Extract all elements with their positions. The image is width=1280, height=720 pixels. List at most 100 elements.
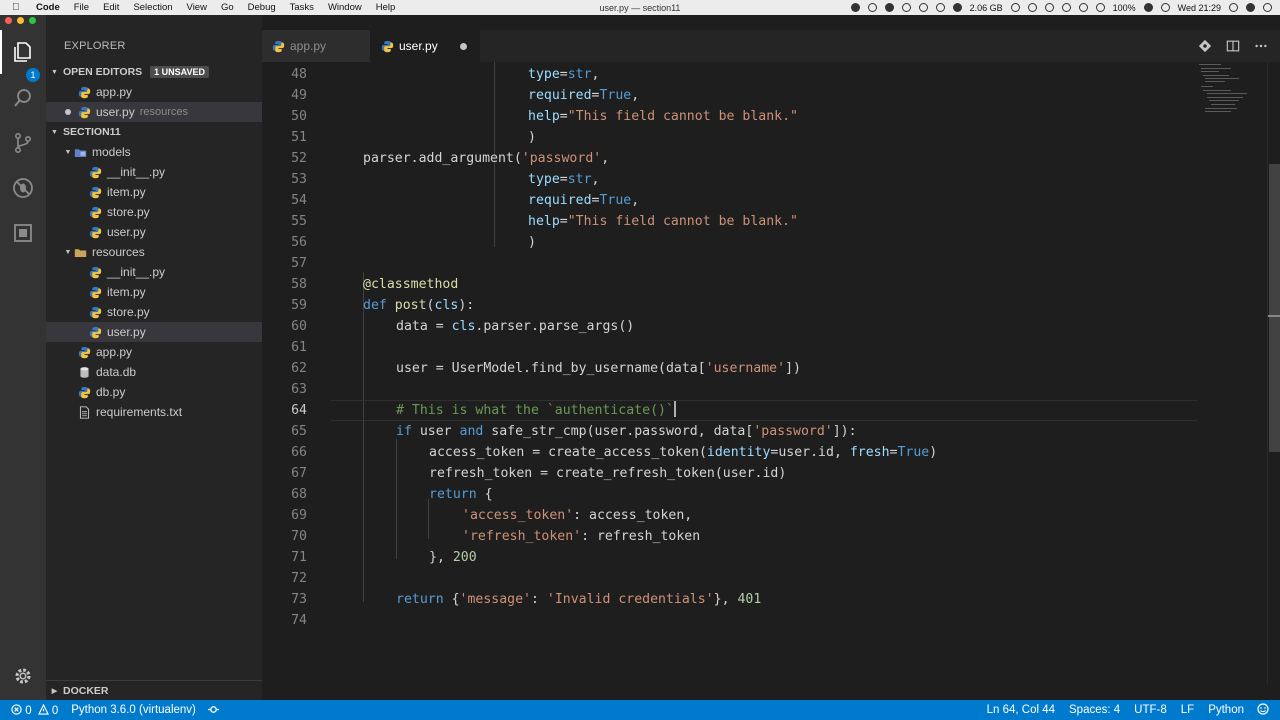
clock[interactable]: Wed 21:29 <box>1178 3 1221 13</box>
tree-folder-resources[interactable]: ▼ resources <box>46 242 262 262</box>
input-flag-icon[interactable] <box>1160 3 1170 12</box>
docker-menu-icon[interactable] <box>918 3 928 12</box>
info-icon[interactable] <box>935 3 945 12</box>
memory-icon[interactable] <box>952 3 962 12</box>
chevron-down-icon: ▼ <box>64 148 72 156</box>
dropbox-icon[interactable] <box>901 3 911 12</box>
docker-section-header[interactable]: ▶ DOCKER <box>46 680 262 700</box>
code-editor[interactable]: 48 type=str, 49 required=True, 50 help="Thi… <box>262 62 1280 685</box>
errors-status[interactable]: 0 <box>11 703 32 717</box>
code-line: 60 data = cls.parser.parse_args() <box>291 319 635 334</box>
code-line: 50 help="This field cannot be blank." <box>291 109 798 124</box>
tree-file[interactable]: db.py <box>46 382 262 402</box>
tree-file[interactable]: requirements.txt <box>46 402 262 422</box>
split-editor-icon[interactable] <box>1226 39 1240 53</box>
more-actions-icon[interactable] <box>1254 39 1268 53</box>
tab-label: app.py <box>290 39 327 53</box>
user-icon[interactable] <box>1246 3 1255 12</box>
feedback-icon[interactable] <box>1256 703 1270 717</box>
open-changes-icon[interactable] <box>1198 39 1212 53</box>
pen-icon[interactable] <box>1010 3 1020 12</box>
indentation[interactable]: Spaces: 4 <box>1069 704 1120 716</box>
extras-icon[interactable] <box>850 3 860 12</box>
sync-status-icon[interactable] <box>207 704 219 717</box>
tab-user-py[interactable]: user.py <box>370 30 480 62</box>
clipboard-icon[interactable] <box>1027 3 1037 12</box>
open-editor-label: app.py <box>96 85 133 99</box>
code-line: 59 def post(cls): <box>291 298 475 313</box>
tree-file-selected[interactable]: user.py <box>46 322 262 342</box>
tree-file[interactable]: item.py <box>46 182 262 202</box>
tree-file[interactable]: item.py <box>46 282 262 302</box>
project-label: SECTION11 <box>63 126 121 138</box>
status-bar: 0 0 Python 3.6.0 (virtualenv) Ln 64, Col… <box>0 700 1280 720</box>
extensions-icon <box>14 224 32 242</box>
menu-window[interactable]: Window <box>328 2 362 13</box>
unsaved-dot-icon[interactable] <box>460 43 467 50</box>
menu-app-name[interactable]: Code <box>36 2 60 13</box>
python-interpreter[interactable]: Python 3.6.0 (virtualenv) <box>71 704 196 716</box>
source-control-activity[interactable] <box>0 121 46 165</box>
menu-view[interactable]: View <box>187 2 207 13</box>
tree-file[interactable]: user.py <box>46 222 262 242</box>
apple-menu-icon[interactable]:  <box>12 2 26 13</box>
cloud-icon[interactable] <box>884 3 894 12</box>
unsaved-count-badge: 1 UNSAVED <box>150 66 210 78</box>
project-header[interactable]: ▼ SECTION11 <box>46 122 262 142</box>
open-editor-desc: resources <box>139 106 188 118</box>
tree-file[interactable]: app.py <box>46 342 262 362</box>
battery-readout[interactable]: 100% <box>1113 3 1136 13</box>
cast-icon[interactable] <box>1044 3 1054 12</box>
extensions-activity[interactable] <box>0 211 46 255</box>
menu-file[interactable]: File <box>74 2 89 13</box>
open-editors-header[interactable]: ▼ OPEN EDITORS 1 UNSAVED <box>46 62 262 82</box>
debug-activity[interactable] <box>0 166 46 210</box>
menu-tasks[interactable]: Tasks <box>290 2 314 13</box>
menu-selection[interactable]: Selection <box>133 2 172 13</box>
tree-file[interactable]: __init__.py <box>46 162 262 182</box>
vertical-scrollbar[interactable] <box>1267 62 1280 685</box>
encoding[interactable]: UTF-8 <box>1134 704 1167 716</box>
notification-center-icon[interactable] <box>1263 3 1272 12</box>
memory-readout[interactable]: 2.06 GB <box>970 3 1003 13</box>
tree-file[interactable]: data.db <box>46 362 262 382</box>
warnings-status[interactable]: 0 <box>37 703 58 717</box>
open-editor-item-app[interactable]: app.py <box>46 82 262 102</box>
wifi-icon[interactable] <box>1078 3 1088 12</box>
menu-help[interactable]: Help <box>376 2 396 13</box>
zoom-window-icon[interactable] <box>29 17 36 24</box>
spotlight-icon[interactable] <box>1229 3 1238 12</box>
code-line: 51) <box>291 130 536 145</box>
python-file-icon <box>381 40 394 52</box>
search-activity[interactable] <box>0 76 46 120</box>
code-line: 53 type=str, <box>291 172 600 187</box>
open-editors-label: OPEN EDITORS <box>63 66 143 78</box>
explorer-activity[interactable]: 1 <box>0 30 46 82</box>
menu-go[interactable]: Go <box>221 2 234 13</box>
tree-file[interactable]: store.py <box>46 202 262 222</box>
time-machine-icon[interactable] <box>1061 3 1071 12</box>
chevron-down-icon: ▼ <box>64 248 72 256</box>
menu-debug[interactable]: Debug <box>248 2 276 13</box>
menu-edit[interactable]: Edit <box>103 2 119 13</box>
code-line: 73 return {'message': 'Invalid credential… <box>291 592 762 607</box>
sync-icon[interactable] <box>867 3 877 12</box>
tree-file[interactable]: store.py <box>46 302 262 322</box>
tab-app-py[interactable]: app.py <box>262 30 370 62</box>
python-file-icon <box>78 386 91 398</box>
battery-icon[interactable] <box>1143 3 1153 12</box>
line-ending[interactable]: LF <box>1181 704 1194 716</box>
minimize-window-icon[interactable] <box>17 17 24 24</box>
minimap[interactable] <box>1197 62 1267 122</box>
language-mode[interactable]: Python <box>1208 704 1244 716</box>
tree-file[interactable]: __init__.py <box>46 262 262 282</box>
settings-activity[interactable] <box>0 654 46 698</box>
open-editor-item-user[interactable]: user.py resources <box>46 102 262 122</box>
scrollbar-thumb[interactable] <box>1269 164 1280 452</box>
close-window-icon[interactable] <box>5 17 12 24</box>
tree-folder-models[interactable]: ▼ models <box>46 142 262 162</box>
error-count: 0 <box>25 704 32 717</box>
python-file-icon <box>89 226 102 238</box>
cursor-position[interactable]: Ln 64, Col 44 <box>987 704 1055 716</box>
volume-icon[interactable] <box>1095 3 1105 12</box>
